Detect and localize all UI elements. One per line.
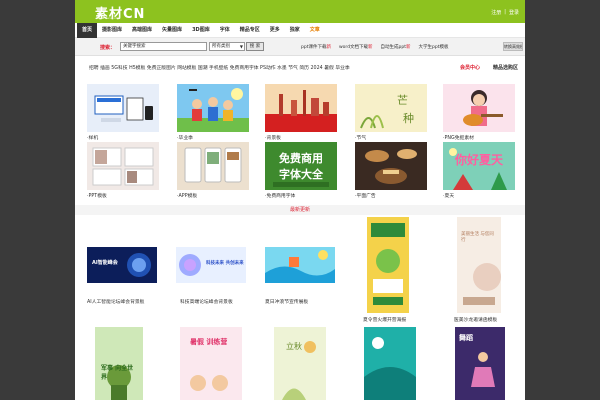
solar-term-image: 芒 种: [355, 84, 427, 132]
category-label[interactable]: ·夏天: [443, 192, 454, 199]
latest-card-label[interactable]: AI人工智能论坛峰会背景板: [87, 298, 144, 305]
guitar-girl-image: [443, 84, 515, 132]
autumn-poster-text: 立秋: [286, 342, 302, 351]
search-label: 搜索：: [100, 45, 116, 51]
svg-text:种: 种: [403, 111, 414, 125]
dance-poster-text: 舞蹈: [459, 334, 473, 342]
category-label[interactable]: ·节气: [355, 134, 366, 141]
nav-fonts[interactable]: 字体: [215, 23, 235, 38]
category-mockup[interactable]: [87, 84, 159, 132]
latest-card[interactable]: 舞蹈: [455, 327, 505, 400]
quicklink-student-ppt[interactable]: 大学生ppt模板: [419, 44, 449, 50]
svg-text:你好夏天: 你好夏天: [454, 152, 504, 167]
category-solar-term[interactable]: 芒 种: [355, 84, 427, 132]
ai-banner-text: AI智能峰会: [92, 260, 118, 266]
quick-links: ppt课件下载新 word文档下载新 自动生成ppt新 大学生ppt模板: [301, 44, 449, 50]
latest-card[interactable]: [265, 247, 335, 283]
quicklink-word[interactable]: word文档下载新: [339, 44, 373, 50]
svg-text:字体大全: 字体大全: [279, 167, 324, 181]
divider: |: [504, 9, 506, 15]
food-ad-image: [355, 142, 427, 190]
category-graduation[interactable]: [177, 84, 249, 132]
quicklink-auto-ppt[interactable]: 自动生成ppt新: [381, 44, 411, 50]
nav-articles[interactable]: 文章: [305, 23, 325, 38]
category-label[interactable]: ·PPT模板: [87, 192, 107, 199]
site-url: www.sucai.com: [97, 16, 121, 20]
category-label[interactable]: ·背景板: [265, 134, 281, 141]
latest-card-label[interactable]: 科技高端论坛峰会背景板: [180, 298, 233, 305]
font-image: 免费商用 字体大全: [265, 142, 337, 190]
nav-premium[interactable]: 高端图库: [127, 23, 157, 38]
category-print-ad[interactable]: [355, 142, 427, 190]
search-input[interactable]: 关键字搜索: [120, 42, 207, 51]
skyline-image: [265, 84, 337, 132]
category-label[interactable]: ·APP模板: [177, 192, 197, 199]
beauty-invite-text: 美丽生活 与您同行: [461, 232, 494, 243]
latest-card[interactable]: 军事 向全世界: [95, 327, 143, 400]
category-select-value: 所有类别: [212, 44, 230, 49]
category-label[interactable]: ·PNG免抠素材: [443, 134, 474, 141]
category-backdrop[interactable]: [265, 84, 337, 132]
category-summer[interactable]: 你好夏天: [443, 142, 515, 190]
category-label[interactable]: ·平面广告: [355, 192, 376, 199]
nav-boutique[interactable]: 精品专区: [235, 23, 265, 38]
latest-card-label[interactable]: 医美沙龙邀请函模板: [454, 316, 497, 323]
latest-updates-title: 最新更新: [75, 205, 525, 215]
nav-more[interactable]: 更多: [265, 23, 285, 38]
tech-banner-text: 科技未来 共创未来: [206, 261, 244, 266]
register-link[interactable]: 注册: [491, 9, 501, 16]
graduation-image: [177, 84, 249, 132]
autumn-poster-image: [274, 327, 326, 400]
main-nav: 首页 摄影图库 高端图库 矢量图库 3D图库 字体 精品专区 更多 独家 文章: [75, 22, 525, 38]
category-label[interactable]: ·毕业季: [177, 134, 193, 141]
latest-card[interactable]: [367, 217, 409, 313]
top-bar: 素材CN www.sucai.com 注册 | 登录: [75, 0, 525, 23]
nav-home[interactable]: 首页: [77, 22, 98, 38]
search-bar: 搜索： 关键字搜索 所有类别 ▼ 搜 索 ppt课件下载新 word文档下载新 …: [75, 38, 525, 56]
summer-class-text: 暑假 训练营: [190, 338, 228, 346]
latest-card-label[interactable]: 夏令营火爆开营海报: [363, 316, 406, 323]
ppt-image: [87, 142, 159, 190]
latest-card[interactable]: 暑假 训练营: [180, 327, 242, 400]
svg-text:免费商用: 免费商用: [279, 151, 323, 165]
search-button[interactable]: 搜 索: [246, 42, 264, 51]
category-label[interactable]: ·免费商用字体: [265, 192, 295, 199]
military-poster-text: 军事 向全世界: [101, 365, 134, 381]
latest-card[interactable]: [364, 327, 416, 400]
mockup-image: [87, 84, 159, 132]
surf-banner-image: [265, 247, 335, 283]
app-image: [177, 142, 249, 190]
category-app[interactable]: [177, 142, 249, 190]
member-center-link[interactable]: 会员中心: [460, 64, 480, 71]
nav-exclusive[interactable]: 独家: [285, 23, 305, 38]
account-links: 注册 | 登录: [491, 9, 519, 16]
convert-mode-button[interactable]: 转换高效模式: [503, 42, 523, 51]
login-link[interactable]: 登录: [509, 9, 519, 16]
page: 素材CN www.sucai.com 注册 | 登录 首页 摄影图库 高端图库 …: [75, 0, 525, 400]
summer-camp-poster-image: [367, 217, 409, 313]
dragon-boat-poster-image: [364, 327, 416, 400]
summer-image: 你好夏天: [443, 142, 515, 190]
hot-tag-list[interactable]: 招聘 插画 5G科技 H5模板 免费正版图片 网站模板 国潮 手机壁纸 免费商用…: [89, 64, 350, 71]
category-ppt[interactable]: [87, 142, 159, 190]
category-select[interactable]: 所有类别 ▼: [209, 42, 245, 51]
latest-card-label[interactable]: 夏日冲浪节宣传展板: [265, 298, 308, 305]
category-free-fonts[interactable]: 免费商用 字体大全: [265, 142, 337, 190]
chevron-down-icon: ▼: [239, 44, 243, 49]
nav-vector[interactable]: 矢量图库: [157, 23, 187, 38]
category-label[interactable]: ·样机: [87, 134, 98, 141]
latest-card[interactable]: 立秋: [274, 327, 326, 400]
svg-text:芒: 芒: [397, 94, 408, 107]
latest-card[interactable]: 科技未来 共创未来: [176, 247, 246, 283]
hot-tags: 招聘 插画 5G科技 H5模板 免费正版图片 网站模板 国潮 手机壁纸 免费商用…: [75, 60, 525, 74]
nav-3d[interactable]: 3D图库: [187, 23, 215, 38]
latest-card[interactable]: 美丽生活 与您同行: [457, 217, 501, 313]
boutique-link[interactable]: 精品选购区: [493, 64, 518, 71]
latest-card[interactable]: AI智能峰会: [87, 247, 157, 283]
nav-photo[interactable]: 摄影图库: [97, 23, 127, 38]
quicklink-ppt[interactable]: ppt课件下载新: [301, 44, 331, 50]
category-png[interactable]: [443, 84, 515, 132]
